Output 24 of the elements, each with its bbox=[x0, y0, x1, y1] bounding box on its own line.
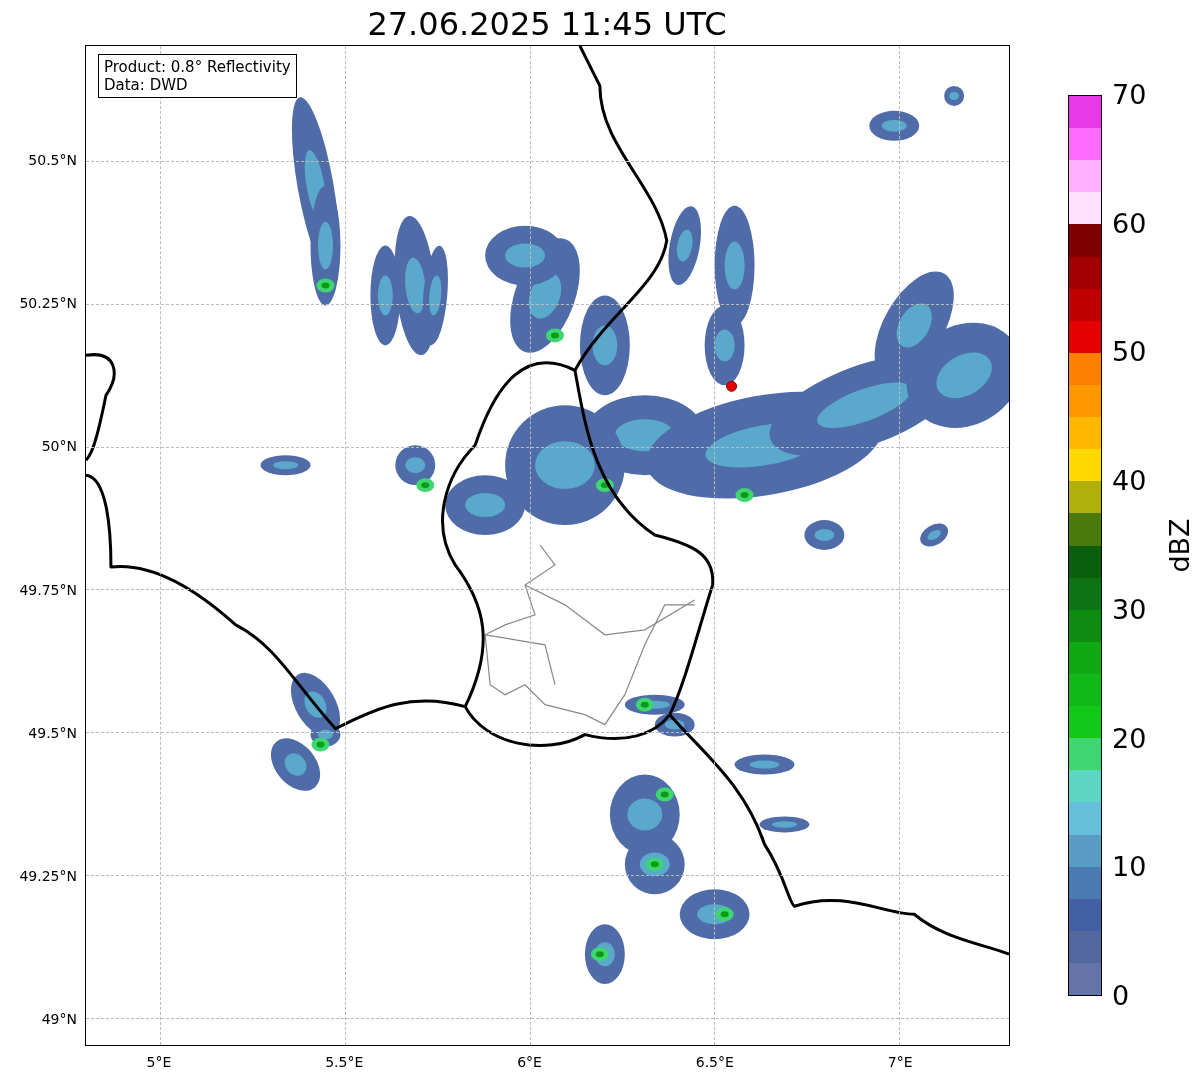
longitude-label: 5.5°E bbox=[325, 1054, 364, 1070]
axis-label: dBZ bbox=[1163, 518, 1195, 573]
latitude-label: 49°N bbox=[41, 1010, 77, 1027]
legend-text: Data: DWD bbox=[104, 76, 189, 94]
scale-label: 40 bbox=[1111, 466, 1147, 497]
legend-text: Product: 0.8° Reflectivity bbox=[104, 58, 291, 76]
scale-label: 20 bbox=[1111, 723, 1147, 754]
scale-label: 30 bbox=[1111, 594, 1147, 625]
latitude-label: 50°N bbox=[41, 438, 77, 455]
scale-label: 70 bbox=[1111, 80, 1147, 110]
longitude-label: 6.5°E bbox=[695, 1054, 734, 1070]
scale-label: 10 bbox=[1111, 852, 1147, 883]
scale-label: 50 bbox=[1111, 337, 1147, 368]
latitude-label: 49.75°N bbox=[19, 581, 77, 598]
longitude-label: 5°E bbox=[146, 1054, 172, 1070]
scale-label: 0 bbox=[1111, 981, 1130, 1011]
longitude-label: 6°E bbox=[517, 1054, 542, 1070]
latitude-label: 50.25°N bbox=[19, 295, 77, 312]
scale-label: 60 bbox=[1111, 208, 1147, 239]
latitude-label: 50.5°N bbox=[28, 152, 77, 169]
latitude-label: 49.25°N bbox=[19, 867, 77, 884]
latitude-label: 49.5°N bbox=[28, 724, 77, 741]
longitude-label: 7°E bbox=[887, 1054, 913, 1070]
chart-title: 27.06.2025 11:45 UTC bbox=[366, 4, 728, 45]
